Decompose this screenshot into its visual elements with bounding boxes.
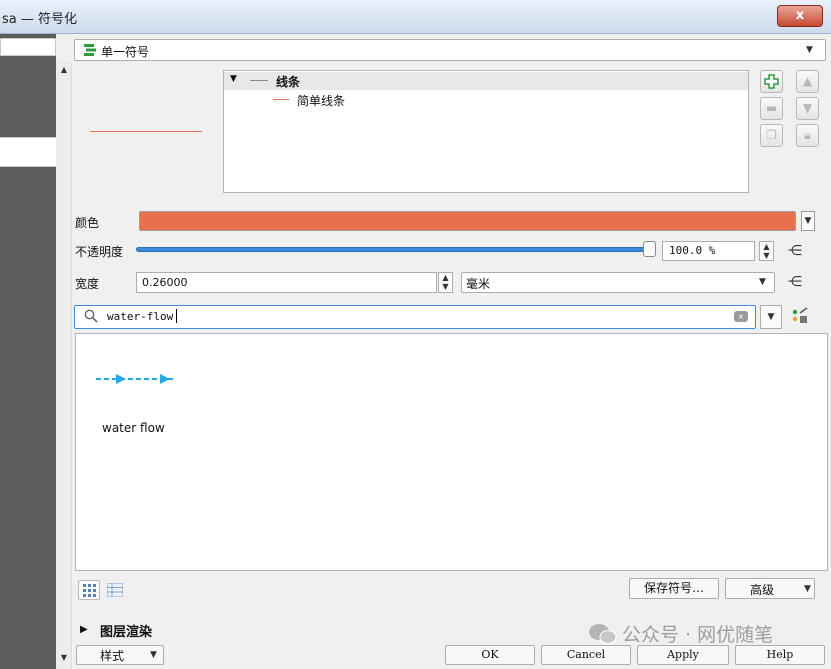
data-defined-override-icon[interactable]: ⋲ [784,273,806,291]
wechat-logo-icon [589,624,617,644]
watermark-text: 公众号 · 网优随笔 [622,624,774,646]
cancel-button[interactable]: Cancel [541,645,631,665]
simple-line-icon [273,99,289,100]
tree-row-line[interactable] [224,72,748,90]
chevron-down-icon[interactable]: ▼ [804,584,811,594]
triangle-down-icon: ▼ [802,101,813,115]
opacity-slider[interactable] [136,247,656,252]
window-title: sa — 符号化 [2,12,78,27]
title-bar [0,0,831,34]
lock-icon: 🔒︎ [804,128,811,142]
grid-view-icon [83,584,96,597]
style-button-label: 样式 [100,649,125,663]
icon-view-button[interactable] [78,580,100,600]
move-down-button[interactable]: ▼ [796,97,819,120]
renderer-type-label: 单一符号 [101,45,150,59]
symbol-preview [90,131,202,132]
chevron-down-icon[interactable]: ▼ [150,650,157,660]
style-manager-icon[interactable] [791,307,809,325]
width-label: 宽度 [75,277,100,291]
scroll-down-arrow-icon[interactable]: ▼ [58,653,70,663]
single-symbol-icon [84,44,96,56]
remove-layer-button[interactable]: ▬ [760,97,783,120]
search-filter-dropdown[interactable]: ▼ [760,305,782,329]
opacity-label: 不透明度 [75,245,124,259]
duplicate-layer-button[interactable]: ❐ [760,124,783,147]
add-layer-button[interactable] [760,70,783,93]
color-button[interactable] [139,211,796,231]
tree-label-simple-line[interactable]: 简单线条 [297,92,345,109]
library-item-label[interactable]: water flow [102,421,165,435]
expand-arrow-icon[interactable]: ▶ [80,624,88,635]
width-spin-arrows-icon[interactable]: ▲ ▼ [438,272,453,293]
layer-rendering-section[interactable]: 图层渲染 [100,621,152,640]
scroll-up-arrow-icon[interactable]: ▲ [58,65,70,75]
triangle-up-icon: ▲ [802,74,813,88]
symbol-library-view [75,333,828,571]
opacity-slider-handle[interactable] [643,241,656,257]
data-defined-override-icon[interactable]: ⋲ [784,242,806,260]
opacity-spin-arrows-icon[interactable]: ▲ ▼ [759,241,774,261]
help-button[interactable]: Help [735,645,825,665]
left-panel-row [0,137,56,167]
move-up-button[interactable]: ▲ [796,70,819,93]
width-unit-combo[interactable] [461,272,775,293]
left-panel [0,34,56,669]
list-view-button[interactable] [104,580,126,600]
minus-icon: ▬ [765,101,778,115]
clear-search-icon[interactable]: × [734,311,748,322]
panel-scrollbar[interactable] [56,62,72,669]
ok-button[interactable]: OK [445,645,535,665]
tree-expand-icon[interactable]: ▼ [230,74,237,84]
width-spinbox[interactable]: 0.26000 [136,272,437,293]
color-label: 颜色 [75,216,100,230]
apply-button[interactable]: Apply [637,645,729,665]
advanced-button-label: 高级 [750,583,775,597]
opacity-spinbox[interactable]: 100.0 % [662,241,755,261]
width-unit-label: 毫米 [466,277,491,291]
close-button[interactable]: x [777,5,823,27]
list-view-icon [106,582,124,598]
text-caret [176,309,177,323]
renderer-type-combo[interactable] [74,39,826,61]
color-dropdown-arrow-icon[interactable]: ▼ [801,211,815,231]
left-panel-field [0,38,56,56]
duplicate-icon: ❐ [766,128,777,142]
water-flow-symbol-preview[interactable] [96,372,176,386]
lock-layer-button[interactable]: 🔒︎ [796,124,819,147]
tree-label-line: 线条 [276,75,301,89]
line-symbol-icon [250,80,268,81]
search-icon [84,309,98,323]
search-input-value: water-flow [107,310,174,323]
save-symbol-button[interactable]: 保存符号… [629,578,719,599]
chevron-down-icon[interactable]: ▼ [759,277,766,287]
chevron-down-icon[interactable]: ▼ [806,45,813,55]
plus-icon [764,74,779,89]
